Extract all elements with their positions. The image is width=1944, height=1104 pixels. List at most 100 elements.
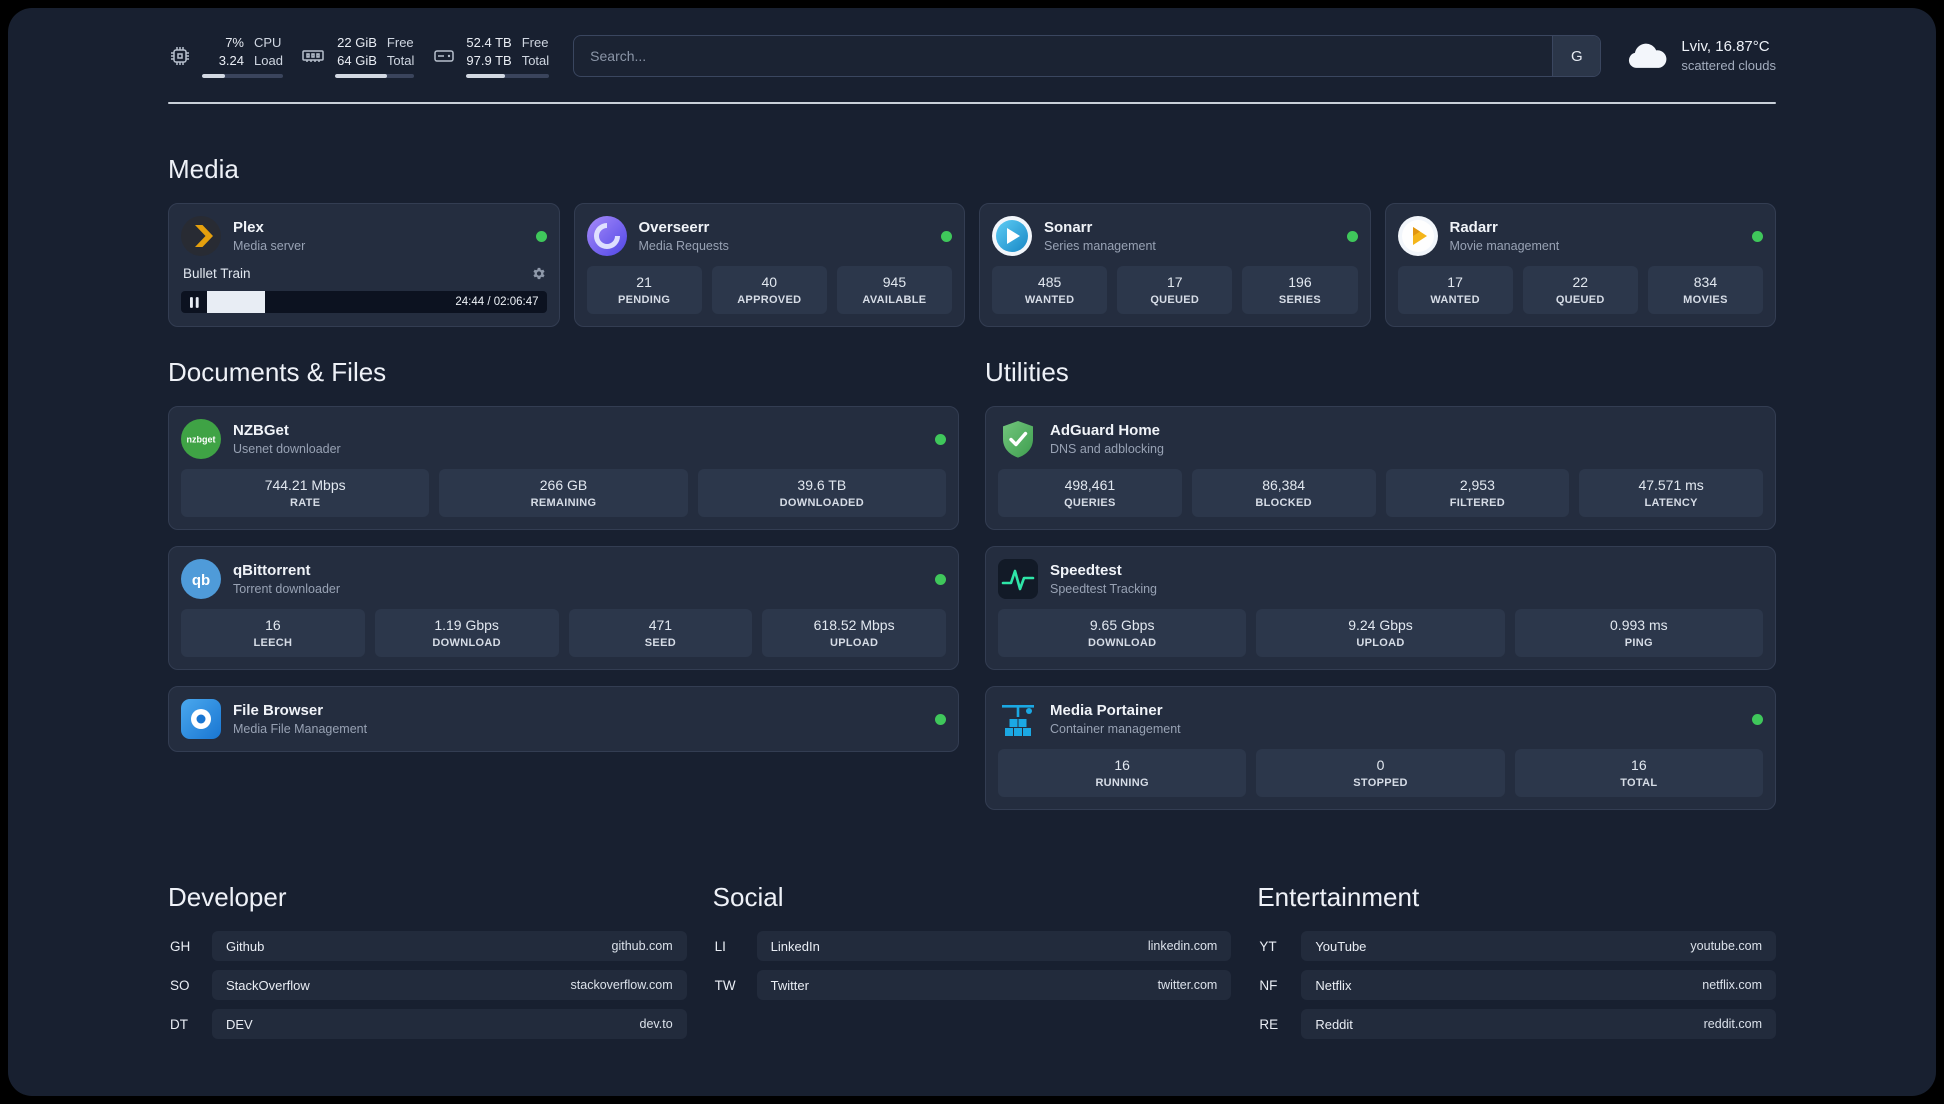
bookmark-link[interactable]: YouTube youtube.com bbox=[1301, 931, 1776, 962]
stat-label: TOTAL bbox=[1620, 777, 1658, 790]
plex-progress-fill bbox=[207, 291, 265, 314]
stat-box: 9.65 Gbps DOWNLOAD bbox=[998, 609, 1247, 658]
filebrowser-icon bbox=[181, 699, 221, 740]
status-dot bbox=[1346, 230, 1358, 242]
bookmark-abbr: DT bbox=[170, 1016, 188, 1032]
stat-value: 39.6 TB bbox=[797, 477, 847, 494]
settings-gear-icon[interactable] bbox=[530, 266, 545, 281]
bookmark-link[interactable]: DEV dev.to bbox=[212, 1009, 687, 1040]
pause-icon[interactable] bbox=[181, 296, 207, 308]
section-title-utilities: Utilities bbox=[985, 357, 1069, 388]
stat-value: 40 bbox=[761, 274, 778, 291]
stat-box: 86,384 BLOCKED bbox=[1191, 469, 1376, 518]
app-subtitle: Container management bbox=[1050, 721, 1181, 736]
disk-free-label: Free bbox=[521, 35, 549, 50]
stat-label: MOVIES bbox=[1683, 294, 1728, 307]
stat-label: UPLOAD bbox=[1356, 637, 1405, 650]
app-name: Media Portainer bbox=[1050, 702, 1163, 720]
stat-box: 618.52 Mbps UPLOAD bbox=[762, 609, 946, 658]
app-name: Radarr bbox=[1449, 219, 1498, 237]
stat-value: 16 bbox=[265, 617, 281, 634]
card-adguard[interactable]: AdGuard Home DNS and adblocking 498,461 … bbox=[985, 406, 1776, 531]
stat-box: 196 SERIES bbox=[1242, 266, 1358, 315]
search-input[interactable] bbox=[574, 36, 1553, 77]
card-portainer[interactable]: Media Portainer Container management 16 … bbox=[985, 686, 1776, 811]
app-subtitle: Movie management bbox=[1449, 238, 1560, 253]
bookmark-twitter: TW Twitter twitter.com bbox=[713, 970, 1232, 1001]
stat-value: 0 bbox=[1376, 757, 1385, 774]
stat-box: 39.6 TB DOWNLOADED bbox=[697, 469, 946, 518]
card-sonarr[interactable]: Sonarr Series management 485 WANTED 17 Q… bbox=[979, 203, 1371, 328]
bookmark-link[interactable]: Reddit reddit.com bbox=[1301, 1009, 1776, 1040]
nzbget-icon: nzbget bbox=[181, 419, 221, 460]
stat-box: 22 QUEUED bbox=[1522, 266, 1638, 315]
disk-icon bbox=[432, 44, 456, 68]
bookmark-link[interactable]: Twitter twitter.com bbox=[756, 970, 1232, 1001]
stat-label: REMAINING bbox=[530, 497, 597, 510]
card-nzbget[interactable]: nzbget NZBGet Usenet downloader 744.21 M… bbox=[168, 406, 959, 531]
stat-value: 16 bbox=[1114, 757, 1130, 774]
bookmark-reddit: RE Reddit reddit.com bbox=[1257, 1009, 1776, 1040]
stat-box: 17 WANTED bbox=[1397, 266, 1513, 315]
stat-value: 945 bbox=[882, 274, 907, 291]
stat-box: 485 WANTED bbox=[992, 266, 1108, 315]
stat-box: 0.993 ms PING bbox=[1514, 609, 1763, 658]
bookmark-link[interactable]: Github github.com bbox=[212, 931, 687, 962]
memory-icon bbox=[301, 44, 325, 68]
stat-label: WANTED bbox=[1430, 294, 1480, 307]
stat-box: 498,461 QUERIES bbox=[998, 469, 1182, 518]
card-overseerr[interactable]: Overseerr Media Requests 21 PENDING 40 A… bbox=[573, 203, 965, 328]
stat-label: PENDING bbox=[617, 294, 671, 307]
app-name: Speedtest bbox=[1050, 562, 1122, 580]
stat-label: LATENCY bbox=[1644, 497, 1698, 510]
now-playing-title: Bullet Train bbox=[183, 266, 251, 282]
stat-value: 17 bbox=[1166, 274, 1183, 291]
app-name: File Browser bbox=[233, 702, 324, 720]
plex-player-bar[interactable]: 24:44 / 02:06:47 bbox=[181, 291, 547, 314]
card-filebrowser[interactable]: File Browser Media File Management bbox=[168, 686, 959, 753]
bookmark-abbr: NF bbox=[1259, 977, 1278, 993]
cpu-label: CPU bbox=[254, 35, 282, 50]
stat-label: RATE bbox=[290, 497, 321, 510]
bookmark-link[interactable]: Netflix netflix.com bbox=[1301, 970, 1776, 1001]
app-subtitle: Series management bbox=[1044, 238, 1156, 253]
stat-value: 266 GB bbox=[539, 477, 588, 494]
bookmark-linkedin: LI LinkedIn linkedin.com bbox=[713, 931, 1232, 962]
bookmark-link[interactable]: LinkedIn linkedin.com bbox=[756, 931, 1232, 962]
disk-total-value: 97.9 TB bbox=[466, 52, 512, 68]
memory-metric: 22 GiB 64 GiB Free Total bbox=[301, 34, 415, 79]
svg-text:nzbget: nzbget bbox=[187, 435, 216, 445]
stat-label: QUEUED bbox=[1150, 294, 1200, 307]
top-bar: 7% 3.24 CPU Load 22 GiB 64 GiB Free Tota… bbox=[168, 34, 1776, 79]
stat-value: 485 bbox=[1037, 274, 1062, 291]
bookmark-abbr: RE bbox=[1259, 1016, 1279, 1032]
stat-box: 47.571 ms LATENCY bbox=[1579, 469, 1763, 518]
card-radarr[interactable]: Radarr Movie management 17 WANTED 22 QUE… bbox=[1384, 203, 1776, 328]
status-dot bbox=[935, 573, 946, 585]
stat-box: 16 LEECH bbox=[181, 609, 365, 658]
stat-value: 16 bbox=[1631, 757, 1647, 774]
stat-value: 471 bbox=[648, 617, 673, 634]
status-dot bbox=[1752, 230, 1763, 242]
bookmark-stackoverflow: SO StackOverflow stackoverflow.com bbox=[168, 970, 687, 1001]
stat-value: 196 bbox=[1288, 274, 1312, 291]
stat-value: 9.24 Gbps bbox=[1348, 617, 1413, 634]
cpu-metric: 7% 3.24 CPU Load bbox=[168, 34, 283, 79]
disk-free-value: 52.4 TB bbox=[466, 35, 512, 50]
stat-box: 1.19 Gbps DOWNLOAD bbox=[374, 609, 559, 658]
dashboard-window: 7% 3.24 CPU Load 22 GiB 64 GiB Free Tota… bbox=[8, 8, 1936, 1096]
app-subtitle: DNS and adblocking bbox=[1050, 441, 1164, 456]
bookmark-link[interactable]: StackOverflow stackoverflow.com bbox=[212, 970, 687, 1001]
card-plex[interactable]: Plex Media server Bullet Train 24:44 / 0… bbox=[168, 203, 560, 328]
search-engine-button[interactable]: G bbox=[1552, 36, 1601, 77]
player-time: 24:44 / 02:06:47 bbox=[455, 296, 539, 309]
stat-value: 47.571 ms bbox=[1638, 477, 1704, 494]
memory-total-label: Total bbox=[386, 52, 415, 68]
card-qbittorrent[interactable]: qb qBittorrent Torrent downloader 16 LEE… bbox=[168, 546, 959, 671]
stat-box: 744.21 Mbps RATE bbox=[181, 469, 430, 518]
stat-label: LEECH bbox=[253, 637, 293, 650]
bookmark-abbr: SO bbox=[170, 977, 190, 993]
card-speedtest[interactable]: Speedtest Speedtest Tracking 9.65 Gbps D… bbox=[985, 546, 1776, 671]
app-subtitle: Media File Management bbox=[233, 721, 368, 736]
stat-label: DOWNLOAD bbox=[1087, 637, 1157, 650]
